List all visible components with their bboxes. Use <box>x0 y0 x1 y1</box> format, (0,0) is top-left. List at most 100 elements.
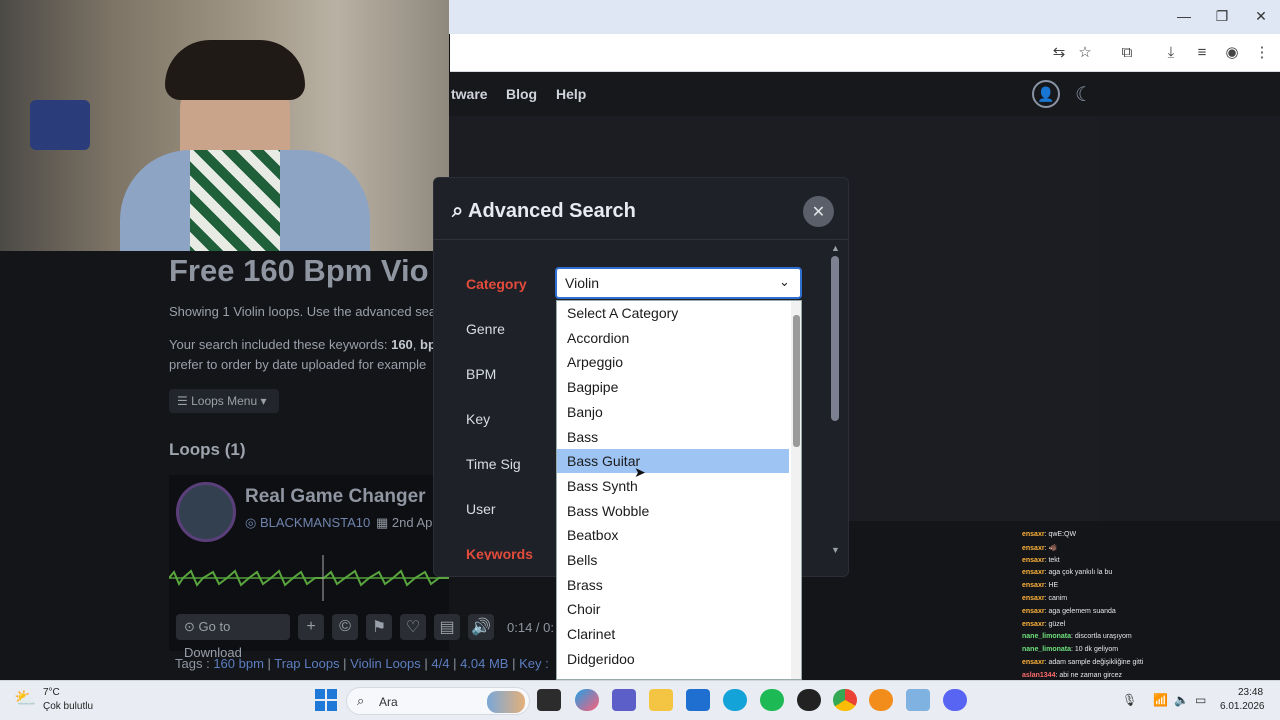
category-select-value: Violin <box>565 275 599 291</box>
edge-icon[interactable] <box>723 689 747 711</box>
menu-icon[interactable]: ⋮ <box>1251 43 1273 63</box>
loop-avatar <box>176 482 236 542</box>
clock-date[interactable]: 6.01.2026 <box>1220 701 1265 712</box>
loops-menu-label: Loops Menu <box>191 394 258 408</box>
option-brass[interactable]: Brass <box>557 573 789 597</box>
chat-username[interactable]: ensaxr <box>1022 569 1045 576</box>
chat-username[interactable]: ensaxr <box>1022 545 1045 552</box>
nav-software[interactable]: tware <box>451 86 488 102</box>
go-to-download-button[interactable]: ⊙ Go to Download <box>176 614 290 660</box>
option-didgeridoo[interactable]: Didgeridoo <box>557 647 789 671</box>
file-explorer-icon[interactable] <box>649 689 673 711</box>
option-bass-guitar[interactable]: Bass Guitar <box>557 449 789 474</box>
category-select[interactable]: Violin ⌄ <box>555 267 802 299</box>
speaker-icon[interactable]: 🔈 <box>1174 693 1189 707</box>
minimize-button[interactable]: — <box>1166 4 1202 28</box>
battery-icon[interactable]: ▭ <box>1195 693 1206 707</box>
teams-icon[interactable] <box>612 689 636 711</box>
modal-close-icon[interactable]: ✕ <box>803 196 834 227</box>
option-accordion[interactable]: Accordion <box>557 326 789 350</box>
chat-username[interactable]: aslan1344 <box>1022 672 1055 679</box>
option-bass[interactable]: Bass <box>557 425 789 449</box>
tag-link[interactable]: Key : <box>519 656 549 671</box>
option-beatbox[interactable]: Beatbox <box>557 523 789 547</box>
tag-link[interactable]: Trap Loops <box>274 656 339 671</box>
weather-icon[interactable]: ⛅ <box>14 688 36 709</box>
tag-link[interactable]: 4.04 MB <box>460 656 508 671</box>
extensions-icon[interactable]: ⧉ <box>1116 43 1138 63</box>
user-account-icon[interactable]: 👤 <box>1032 80 1060 108</box>
go-download-label: Go to Download <box>184 619 242 660</box>
chat-username[interactable]: ensaxr <box>1022 531 1045 538</box>
media-control-icon[interactable]: ≡ <box>1191 43 1213 63</box>
option-select-a-category[interactable]: Select A Category <box>557 301 789 325</box>
dark-mode-moon-icon[interactable]: ☾ <box>1070 80 1098 108</box>
tag-link[interactable]: 4/4 <box>431 656 449 671</box>
taskbar-search[interactable]: ⌕ Ara <box>346 687 530 715</box>
chat-username[interactable]: ensaxr <box>1022 595 1045 602</box>
mic-icon[interactable]: 🎙 <box>1122 693 1137 707</box>
scroll-down-icon[interactable]: ▼ <box>831 545 840 555</box>
chat-message: nane_limonata: 10 dk geliyom <box>1022 646 1118 653</box>
profile-icon[interactable]: ◉ <box>1221 43 1243 63</box>
nav-blog[interactable]: Blog <box>506 86 537 102</box>
scroll-up-icon[interactable]: ▲ <box>831 243 840 253</box>
volume-icon[interactable]: 🔊 <box>468 614 494 640</box>
option-arpeggio[interactable]: Arpeggio <box>557 350 789 374</box>
chat-username[interactable]: ensaxr <box>1022 659 1045 666</box>
info-icon[interactable]: © <box>332 614 358 640</box>
option-choir[interactable]: Choir <box>557 597 789 621</box>
loops-menu-button[interactable]: ☰ Loops Menu ▾ <box>169 389 279 413</box>
chrome-icon[interactable] <box>833 689 857 711</box>
task-view-icon[interactable] <box>537 689 561 711</box>
chat-username[interactable]: ensaxr <box>1022 608 1045 615</box>
tag-link[interactable]: Violin Loops <box>350 656 421 671</box>
chat-message: ensaxr: canim <box>1022 595 1067 602</box>
tag-link[interactable]: 160 bpm <box>213 656 264 671</box>
modal-scrollbar[interactable] <box>831 244 839 554</box>
download-icon[interactable]: ⤓ <box>1160 43 1182 63</box>
copilot-icon[interactable] <box>575 689 599 711</box>
flag-icon[interactable]: ⚑ <box>366 614 392 640</box>
address-bar[interactable] <box>450 34 1280 72</box>
fl-studio-icon[interactable] <box>869 689 893 711</box>
spotify-icon[interactable] <box>760 689 784 711</box>
start-button[interactable] <box>315 689 337 711</box>
loop-user[interactable]: ◎ BLACKMANSTA10 <box>245 515 370 531</box>
option-bagpipe[interactable]: Bagpipe <box>557 375 789 399</box>
option-banjo[interactable]: Banjo <box>557 400 789 424</box>
option-clarinet[interactable]: Clarinet <box>557 622 789 646</box>
close-window-button[interactable]: ✕ <box>1243 4 1279 28</box>
chat-text: : canim <box>1044 595 1068 602</box>
wifi-icon[interactable]: 📶 <box>1153 693 1168 707</box>
loops-heading: Loops (1) <box>169 440 246 459</box>
option-bells[interactable]: Bells <box>557 548 789 572</box>
chat-username[interactable]: nane_limonata <box>1022 646 1071 653</box>
translate-icon[interactable]: ⇆ <box>1048 43 1070 63</box>
clock-time[interactable]: 23:48 <box>1238 687 1263 698</box>
dropdown-scrollbar[interactable] <box>791 301 801 679</box>
heart-icon[interactable]: ♡ <box>400 614 426 640</box>
chat-username[interactable]: ensaxr <box>1022 557 1045 564</box>
option-bass-synth[interactable]: Bass Synth <box>557 474 789 498</box>
chat-username[interactable]: ensaxr <box>1022 582 1045 589</box>
maximize-button[interactable]: ❐ <box>1204 4 1240 28</box>
waveform[interactable] <box>169 555 449 601</box>
modal-scroll-thumb[interactable] <box>831 256 839 421</box>
dropdown-scroll-thumb[interactable] <box>793 315 800 447</box>
option-bass-wobble[interactable]: Bass Wobble <box>557 499 789 523</box>
store-icon[interactable] <box>686 689 710 711</box>
settings-app-icon[interactable] <box>906 689 930 711</box>
comment-icon[interactable]: ▤ <box>434 614 460 640</box>
chat-username[interactable]: ensaxr <box>1022 621 1045 628</box>
add-icon[interactable]: + <box>298 614 324 640</box>
nav-help[interactable]: Help <box>556 86 586 102</box>
keywords-prefix: Your search included these keywords: <box>169 337 392 352</box>
chat-username[interactable]: nane_limonata <box>1022 633 1071 640</box>
bookmark-star-icon[interactable]: ☆ <box>1074 43 1096 63</box>
option-partial[interactable]: D <box>557 672 789 680</box>
discord-icon[interactable] <box>943 689 967 711</box>
category-dropdown[interactable]: Select A Category Accordion Arpeggio Bag… <box>556 300 802 680</box>
loop-title[interactable]: Real Game Changer <box>245 486 426 508</box>
obs-icon[interactable] <box>797 689 821 711</box>
